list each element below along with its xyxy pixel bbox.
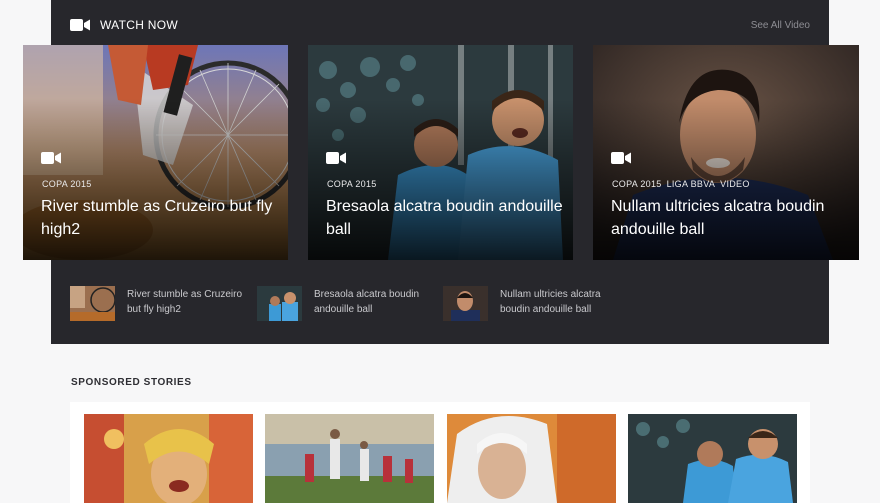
sponsored-image-match [265, 414, 434, 503]
see-all-video-link[interactable]: See All Video [751, 20, 810, 31]
sponsored-image-hooded-man [447, 414, 616, 503]
sponsored-story-1[interactable] [84, 414, 253, 503]
sponsored-story-4[interactable] [628, 414, 797, 503]
card-tags: COPA 2015 [327, 179, 377, 189]
watch-now-header: WATCH NOW See All Video [70, 14, 810, 36]
tag[interactable]: COPA 2015 [42, 179, 92, 189]
mini-thumbnail [70, 286, 115, 321]
watch-now-title-group: WATCH NOW [70, 18, 178, 32]
card-tags: COPA 2015 [42, 179, 92, 189]
tag[interactable]: COPA 2015 [327, 179, 377, 189]
video-camera-icon [70, 18, 90, 32]
sponsored-story-2[interactable] [265, 414, 434, 503]
mini-thumbnail [443, 286, 488, 321]
sponsored-stories-heading: SPONSORED STORIES [71, 377, 192, 388]
sponsored-image-fans [84, 414, 253, 503]
card-headline[interactable]: River stumble as Cruzeiro but fly high2 [41, 195, 281, 241]
mini-thumbnail [257, 286, 302, 321]
video-camera-icon [326, 151, 346, 165]
featured-video-card-1[interactable]: COPA 2015 River stumble as Cruzeiro but … [23, 45, 288, 260]
mini-video-item-2[interactable]: Bresaola alcatra boudin andouille ball [257, 286, 439, 321]
mini-video-title[interactable]: Nullam ultricies alcatra boudin andouill… [500, 287, 625, 317]
mini-video-item-1[interactable]: River stumble as Cruzeiro but fly high2 [70, 286, 252, 321]
sponsored-story-3[interactable] [447, 414, 616, 503]
tag[interactable]: LIGA BBVA [667, 179, 716, 189]
tag[interactable]: COPA 2015 [612, 179, 662, 189]
card-tags: COPA 2015 LIGA BBVA VIDEO [612, 179, 750, 189]
tag[interactable]: VIDEO [720, 179, 750, 189]
mini-video-title[interactable]: River stumble as Cruzeiro but fly high2 [127, 287, 252, 317]
mini-video-title[interactable]: Bresaola alcatra boudin andouille ball [314, 287, 439, 317]
card-headline[interactable]: Bresaola alcatra boudin andouille ball [326, 195, 566, 241]
sponsored-image-football-players [628, 414, 797, 503]
video-camera-icon [611, 151, 631, 165]
featured-video-card-3[interactable]: COPA 2015 LIGA BBVA VIDEO Nullam ultrici… [593, 45, 859, 260]
card-headline[interactable]: Nullam ultricies alcatra boudin andouill… [611, 195, 851, 241]
featured-video-card-2[interactable]: COPA 2015 Bresaola alcatra boudin andoui… [308, 45, 573, 260]
video-camera-icon [41, 151, 61, 165]
mini-video-item-3[interactable]: Nullam ultricies alcatra boudin andouill… [443, 286, 625, 321]
watch-now-title: WATCH NOW [100, 18, 179, 32]
